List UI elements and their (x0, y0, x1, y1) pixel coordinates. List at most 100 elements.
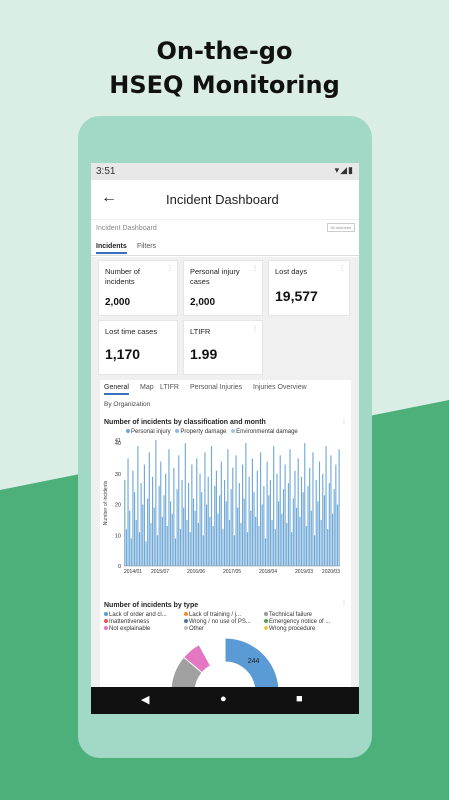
bar[interactable] (228, 519, 231, 566)
bar[interactable] (214, 486, 216, 566)
bar[interactable] (289, 449, 291, 566)
kpi-card-lost-time-cases[interactable]: Lost time cases 1,170 (98, 320, 178, 375)
bar[interactable] (188, 483, 190, 566)
bar[interactable] (310, 510, 312, 566)
bar[interactable] (304, 443, 306, 566)
status-filter-select[interactable]: All statuses (326, 223, 355, 232)
tab-filters[interactable]: Filters (137, 243, 156, 250)
bar[interactable] (225, 501, 227, 566)
bar[interactable] (215, 470, 217, 566)
bar[interactable] (322, 473, 324, 566)
tab-personal-injuries[interactable]: Personal Injuries (190, 384, 242, 391)
bar[interactable] (292, 498, 294, 566)
kpi-card-ltifr[interactable]: LTIFR 1.99 ⋮ (183, 320, 263, 375)
bar[interactable] (302, 492, 304, 566)
bar[interactable] (179, 529, 181, 566)
bar[interactable] (148, 452, 150, 566)
bar[interactable] (314, 535, 316, 566)
bar[interactable] (194, 510, 196, 566)
kpi-card-lost-days[interactable]: Lost days 19,577 ⋮ (268, 260, 350, 316)
bar[interactable] (150, 522, 152, 566)
tab-incidents[interactable]: Incidents (96, 243, 127, 254)
tab-general[interactable]: General (104, 384, 129, 395)
bar[interactable] (127, 458, 129, 566)
bar[interactable] (137, 446, 139, 566)
bar[interactable] (206, 504, 208, 566)
bar[interactable] (263, 486, 265, 566)
bar[interactable] (271, 519, 273, 566)
more-icon[interactable]: ⋮ (252, 265, 258, 272)
bar[interactable] (325, 446, 327, 566)
bar[interactable] (209, 516, 211, 566)
bar[interactable] (243, 498, 245, 566)
nav-recents-icon[interactable]: ■ (296, 693, 303, 705)
bar[interactable] (291, 532, 293, 566)
bar[interactable] (196, 458, 198, 566)
bar[interactable] (178, 455, 180, 566)
bar[interactable] (276, 473, 278, 566)
bar[interactable] (278, 501, 280, 566)
bar[interactable] (155, 440, 157, 566)
bar[interactable] (174, 538, 177, 566)
bar[interactable] (210, 446, 213, 566)
bar[interactable] (296, 507, 298, 566)
bar[interactable] (336, 504, 339, 566)
bar[interactable] (207, 476, 209, 566)
bar[interactable] (217, 513, 219, 566)
bar[interactable] (166, 526, 168, 566)
bar[interactable] (327, 529, 329, 566)
bar[interactable] (260, 452, 262, 566)
bar[interactable] (201, 492, 203, 566)
bar[interactable] (219, 495, 221, 566)
bar[interactable] (246, 532, 249, 566)
bar[interactable] (250, 510, 252, 566)
bar[interactable] (212, 526, 214, 566)
bar[interactable] (124, 479, 126, 566)
bar[interactable] (261, 504, 263, 566)
bar[interactable] (165, 473, 167, 566)
bar[interactable] (173, 467, 175, 566)
bar[interactable] (237, 507, 239, 566)
kpi-card-incidents[interactable]: Number of incidents 2,000 ⋮ (98, 260, 178, 316)
bar[interactable] (232, 467, 234, 566)
bar[interactable] (235, 455, 237, 566)
more-icon[interactable]: ⋮ (167, 265, 173, 272)
bar[interactable] (300, 476, 303, 566)
bar[interactable] (335, 464, 337, 566)
bar[interactable] (297, 458, 299, 566)
bar[interactable] (238, 483, 240, 566)
bar[interactable] (142, 504, 144, 566)
bar[interactable] (266, 461, 268, 566)
bar[interactable] (245, 443, 247, 566)
bar[interactable] (153, 507, 155, 566)
bar[interactable] (135, 519, 137, 566)
bar[interactable] (181, 479, 183, 566)
bar[interactable] (125, 529, 127, 566)
kpi-card-personal-injury[interactable]: Personal injury cases 2,000 ⋮ (183, 260, 263, 316)
bar[interactable] (269, 479, 271, 566)
tab-injuries-overview[interactable]: Injuries Overview (253, 384, 307, 391)
bar[interactable] (281, 513, 283, 566)
bar[interactable] (279, 455, 281, 566)
bar[interactable] (287, 483, 289, 566)
bar[interactable] (199, 473, 201, 566)
bar[interactable] (240, 522, 242, 566)
bar[interactable] (170, 501, 172, 566)
bar[interactable] (233, 535, 235, 566)
bar[interactable] (158, 486, 160, 566)
more-icon[interactable]: ⋮ (339, 265, 345, 272)
bar[interactable] (318, 461, 321, 566)
tab-ltifr[interactable]: LTIFR (160, 384, 179, 391)
bar[interactable] (227, 449, 229, 566)
bar[interactable] (268, 495, 270, 566)
bar[interactable] (255, 516, 257, 566)
bar[interactable] (202, 535, 204, 566)
bar[interactable] (294, 470, 296, 566)
tab-map[interactable]: Map (140, 384, 154, 391)
bar[interactable] (307, 486, 309, 566)
bar[interactable] (286, 522, 288, 566)
bar[interactable] (274, 529, 276, 566)
more-icon[interactable]: ⋮ (252, 325, 258, 332)
bar[interactable] (129, 510, 131, 566)
bar[interactable] (163, 495, 165, 566)
